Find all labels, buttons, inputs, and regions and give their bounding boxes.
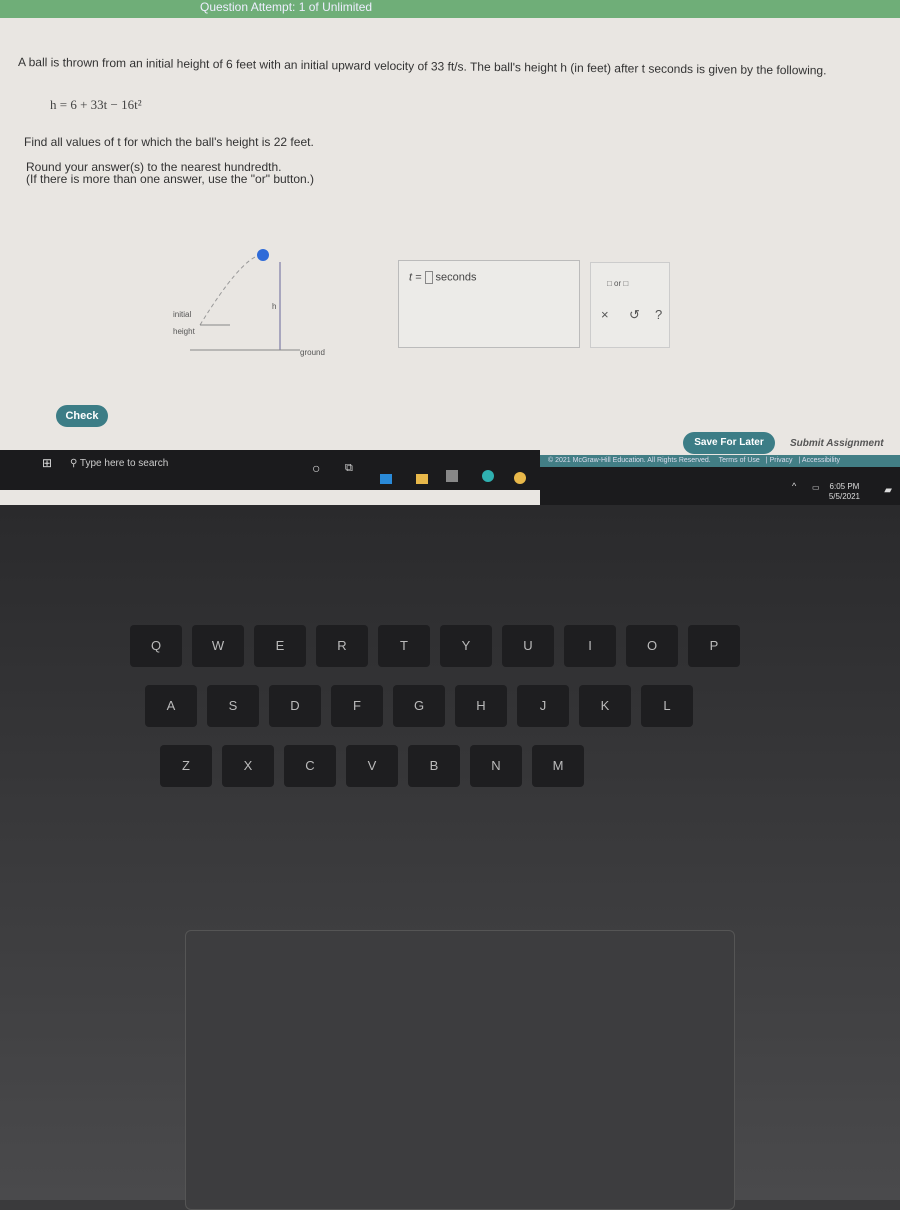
taskbar: ⊞ ⚲ Type here to search ○ ⧉ <box>0 450 540 490</box>
edge-browser-icon[interactable] <box>482 470 494 482</box>
battery-icon[interactable]: ▭ <box>812 483 820 492</box>
key-d[interactable]: D <box>269 685 321 727</box>
answer-prefix: t = <box>409 271 422 284</box>
laptop-keyboard: QWERTYUIOP ASDFGHJKL ZXCVBNM <box>0 505 900 1210</box>
footer: © 2021 McGraw-Hill Education. All Rights… <box>540 455 900 467</box>
file-explorer-icon[interactable] <box>416 474 428 484</box>
key-s[interactable]: S <box>207 685 259 727</box>
question-prompt: Find all values of t for which the ball'… <box>24 135 314 149</box>
key-q[interactable]: Q <box>130 625 182 667</box>
undo-icon[interactable]: ↺ <box>629 307 640 323</box>
cortana-icon[interactable]: ○ <box>312 460 320 476</box>
touchpad[interactable] <box>185 930 735 1210</box>
notification-icon[interactable]: ▰ <box>884 485 892 496</box>
key-j[interactable]: J <box>517 685 569 727</box>
key-r[interactable]: R <box>316 625 368 667</box>
key-p[interactable]: P <box>688 625 740 667</box>
key-g[interactable]: G <box>393 685 445 727</box>
date: 5/5/2021 <box>828 492 860 501</box>
attempt-bar: Question Attempt: 1 of Unlimited <box>0 0 900 18</box>
key-i[interactable]: I <box>564 625 616 667</box>
ball-diagram: initial height h ground <box>160 240 360 360</box>
search-placeholder: Type here to search <box>79 458 169 469</box>
formula: h = 6 + 33t − 16t² <box>50 97 142 112</box>
key-e[interactable]: E <box>254 625 306 667</box>
key-t[interactable]: T <box>378 625 430 667</box>
taskbar-search[interactable]: ⚲ Type here to search <box>70 458 168 469</box>
help-icon[interactable]: ? <box>655 307 662 322</box>
store-icon[interactable] <box>446 470 458 482</box>
terms-link[interactable]: Terms of Use <box>719 457 760 464</box>
system-tray: ^ ▭ 6:05 PM 5/5/2021 ▰ <box>540 467 900 505</box>
or-button[interactable]: □ or □ <box>607 279 628 288</box>
question-text: A ball is thrown from an initial height … <box>17 55 827 78</box>
answer-box[interactable]: t = seconds <box>398 260 580 348</box>
h-label: h <box>272 302 277 311</box>
ground-label: ground <box>300 348 325 357</box>
copyright: © 2021 McGraw-Hill Education. All Rights… <box>548 457 711 464</box>
submit-assignment-button[interactable]: Submit Assignment <box>790 438 884 449</box>
accessibility-link[interactable]: Accessibility <box>802 457 840 464</box>
key-m[interactable]: M <box>532 745 584 787</box>
answer-unit: seconds <box>435 271 477 284</box>
or-instruction: (If there is more than one answer, use t… <box>26 172 315 186</box>
key-n[interactable]: N <box>470 745 522 787</box>
key-v[interactable]: V <box>346 745 398 787</box>
check-button[interactable]: Check <box>56 405 108 427</box>
initial-label: initial <box>173 310 192 319</box>
save-for-later-button[interactable]: Save For Later <box>683 432 775 454</box>
windows-start-icon[interactable]: ⊞ <box>42 456 52 470</box>
key-u[interactable]: U <box>502 625 554 667</box>
key-h[interactable]: H <box>455 685 507 727</box>
key-f[interactable]: F <box>331 685 383 727</box>
key-b[interactable]: B <box>408 745 460 787</box>
time: 6:05 PM <box>829 482 860 491</box>
clock[interactable]: 6:05 PM 5/5/2021 <box>829 482 860 502</box>
key-a[interactable]: A <box>145 685 197 727</box>
key-x[interactable]: X <box>222 745 274 787</box>
height-label: height <box>173 327 195 336</box>
answer-input[interactable] <box>424 271 433 284</box>
key-c[interactable]: C <box>284 745 336 787</box>
key-y[interactable]: Y <box>440 625 492 667</box>
browser-screen: Question Attempt: 1 of Unlimited A ball … <box>0 0 900 505</box>
clear-icon[interactable]: × <box>601 307 609 322</box>
chevron-up-icon[interactable]: ^ <box>792 481 796 491</box>
task-view-icon[interactable]: ⧉ <box>345 462 353 475</box>
chrome-icon[interactable] <box>514 472 526 484</box>
edge-icon[interactable] <box>380 474 392 484</box>
trajectory-illustration <box>190 249 300 351</box>
key-z[interactable]: Z <box>160 745 212 787</box>
key-w[interactable]: W <box>192 625 244 667</box>
key-k[interactable]: K <box>579 685 631 727</box>
privacy-link[interactable]: Privacy <box>770 457 793 464</box>
answer-tools: □ or □ × ↺ ? <box>590 262 670 348</box>
key-o[interactable]: O <box>626 625 678 667</box>
instructions: Round your answer(s) to the nearest hund… <box>26 161 314 185</box>
key-l[interactable]: L <box>641 685 693 727</box>
